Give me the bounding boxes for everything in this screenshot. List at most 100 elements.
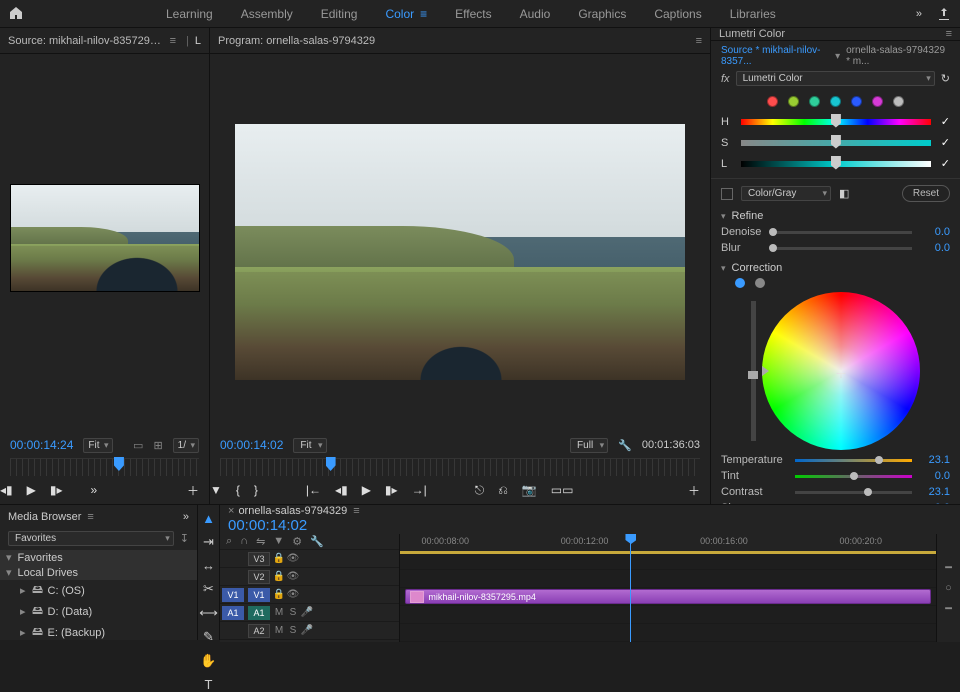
- ws-tab-graphics[interactable]: Graphics: [578, 7, 626, 21]
- ws-tab-audio[interactable]: Audio: [520, 7, 551, 21]
- selection-tool-icon[interactable]: ▲: [201, 511, 217, 526]
- extract-icon[interactable]: ⎌: [498, 483, 508, 498]
- timeline-panel-menu-icon[interactable]: ≡: [353, 505, 359, 517]
- swatch-cyan[interactable]: [830, 96, 841, 107]
- snap-icon[interactable]: ⌕: [226, 535, 232, 548]
- tree-drive-c[interactable]: ▸🖴C: (OS): [0, 580, 197, 601]
- denoise-value[interactable]: 0.0: [920, 226, 950, 238]
- wrench-icon[interactable]: 🔧: [310, 535, 324, 548]
- timeline-ruler[interactable]: 00:00:08:00 00:00:12:00 00:00:16:00 00:0…: [400, 534, 936, 552]
- color-wheel[interactable]: ＋: [762, 292, 920, 450]
- zoom-handle-icon[interactable]: ○: [945, 582, 952, 594]
- track-select-tool-icon[interactable]: ⇥: [201, 534, 217, 550]
- track-mute-a2[interactable]: M: [272, 625, 286, 636]
- source-overflow-icon[interactable]: »: [91, 483, 98, 497]
- slip-tool-icon[interactable]: ⟷: [201, 605, 217, 621]
- track-toggle-a1[interactable]: A1: [248, 606, 270, 620]
- track-solo-a1[interactable]: S: [286, 607, 300, 618]
- magnet-icon[interactable]: ∩: [240, 535, 248, 548]
- source-add-button-icon[interactable]: ＋: [187, 482, 199, 499]
- source-play-icon[interactable]: ▶: [27, 483, 36, 497]
- ws-tab-editing[interactable]: Editing: [321, 7, 358, 21]
- source-fit-dropdown[interactable]: Fit: [83, 438, 112, 453]
- track-toggle-v1[interactable]: V1: [248, 588, 270, 602]
- swatch-gray[interactable]: [893, 96, 904, 107]
- source-timecode[interactable]: 00:00:14:24: [10, 438, 73, 452]
- program-fit-dropdown[interactable]: Fit: [293, 438, 326, 453]
- zoom-slider-icon[interactable]: ━: [945, 561, 952, 574]
- contrast-value[interactable]: 23.1: [920, 486, 950, 498]
- invert-mask-icon[interactable]: ◧: [839, 187, 849, 200]
- track-toggle-v3[interactable]: V3: [248, 552, 270, 566]
- favorites-dropdown[interactable]: Favorites: [8, 531, 174, 546]
- swatch-magenta[interactable]: [872, 96, 883, 107]
- refine-section-header[interactable]: Refine: [721, 210, 950, 222]
- zoom-slider-icon[interactable]: ━: [945, 602, 952, 615]
- temperature-slider[interactable]: [795, 459, 912, 462]
- ws-tab-color[interactable]: Color: [385, 7, 427, 21]
- track-voice-a2-icon[interactable]: 🎤: [300, 625, 314, 636]
- track-output-v3-icon[interactable]: 👁: [286, 553, 300, 564]
- lumetri-reset-icon[interactable]: ↻: [941, 72, 950, 85]
- blur-slider[interactable]: [773, 247, 912, 250]
- source-step-fwd-icon[interactable]: ▮▸: [50, 483, 63, 497]
- track-toggle-a2[interactable]: A2: [248, 624, 270, 638]
- lumetri-effect-dropdown[interactable]: Lumetri Color: [736, 71, 935, 86]
- media-browser-menu-icon[interactable]: ≡: [87, 511, 93, 523]
- track-lock-v1-icon[interactable]: 🔒: [272, 589, 286, 600]
- source-panel-collapse-l[interactable]: L: [195, 35, 201, 47]
- blur-value[interactable]: 0.0: [920, 242, 950, 254]
- color-gray-dropdown[interactable]: Color/Gray: [741, 186, 831, 201]
- source-patch-v1[interactable]: V1: [222, 588, 244, 602]
- step-back-icon[interactable]: ◂▮: [335, 483, 348, 497]
- reset-button[interactable]: Reset: [902, 185, 950, 202]
- media-browser-overflow-icon[interactable]: »: [183, 511, 189, 523]
- timeline-timecode[interactable]: 00:00:14:02: [228, 517, 307, 534]
- settings-icon[interactable]: ⚙: [292, 535, 302, 548]
- tree-drive-e[interactable]: ▸🖴E: (Backup): [0, 622, 197, 640]
- source-panel-menu-icon[interactable]: ≡: [170, 35, 176, 47]
- source-patch-a1[interactable]: A1: [222, 606, 244, 620]
- timeline-viewport[interactable]: 00:00:08:00 00:00:12:00 00:00:16:00 00:0…: [400, 534, 936, 642]
- linked-selection-icon[interactable]: ⇋: [256, 535, 265, 548]
- ripple-edit-tool-icon[interactable]: ↔: [201, 558, 217, 573]
- tree-local-drives[interactable]: ▾Local Drives: [0, 565, 197, 580]
- lum-keyframe-icon[interactable]: ✓: [941, 157, 950, 170]
- play-icon[interactable]: ▶: [362, 483, 371, 497]
- sat-slider[interactable]: [741, 140, 931, 146]
- program-monitor-viewport[interactable]: [235, 124, 685, 380]
- track-toggle-v2[interactable]: V2: [248, 570, 270, 584]
- program-button-editor-icon[interactable]: ＋: [688, 482, 700, 499]
- comparison-view-icon[interactable]: ▭▭: [551, 483, 574, 497]
- correction-mode-color-icon[interactable]: [735, 278, 745, 288]
- tint-slider[interactable]: [795, 475, 912, 478]
- source-step-back-icon[interactable]: ◂▮: [0, 483, 13, 497]
- temperature-value[interactable]: 23.1: [920, 454, 950, 466]
- sharpen-value[interactable]: 0.0: [920, 502, 950, 504]
- source-plus-icon[interactable]: ⊞: [153, 439, 162, 452]
- correction-mode-gray-icon[interactable]: [755, 278, 765, 288]
- track-solo-a2[interactable]: S: [286, 625, 300, 636]
- swatch-blue[interactable]: [851, 96, 862, 107]
- hue-slider[interactable]: [741, 119, 931, 125]
- hand-tool-icon[interactable]: ✋: [201, 653, 217, 669]
- track-mute-a1[interactable]: M: [272, 607, 286, 618]
- lumetri-panel-menu-icon[interactable]: ≡: [946, 28, 952, 40]
- lum-slider[interactable]: [741, 161, 931, 167]
- program-time-ruler[interactable]: [220, 458, 700, 476]
- source-time-ruler[interactable]: [10, 458, 199, 476]
- lumetri-source-link[interactable]: Source * mikhail-nilov-8357...: [721, 45, 829, 67]
- program-timecode[interactable]: 00:00:14:02: [220, 438, 283, 452]
- lumetri-sequence-link[interactable]: ornella-salas-9794329 * m...: [846, 45, 950, 67]
- program-settings-icon[interactable]: 🔧: [618, 439, 632, 452]
- source-toggle-icon[interactable]: ▭: [133, 439, 143, 452]
- ws-tab-captions[interactable]: Captions: [654, 7, 701, 21]
- source-res-dropdown[interactable]: 1/: [173, 438, 199, 453]
- workspace-overflow-icon[interactable]: »: [916, 8, 922, 20]
- go-to-in-icon[interactable]: |←: [306, 483, 321, 497]
- color-wheel-level-slider[interactable]: [751, 301, 756, 441]
- marker-icon[interactable]: ▼: [273, 535, 284, 548]
- ws-tab-learning[interactable]: Learning: [166, 7, 213, 21]
- program-panel-menu-icon[interactable]: ≡: [696, 35, 702, 47]
- swatch-green[interactable]: [809, 96, 820, 107]
